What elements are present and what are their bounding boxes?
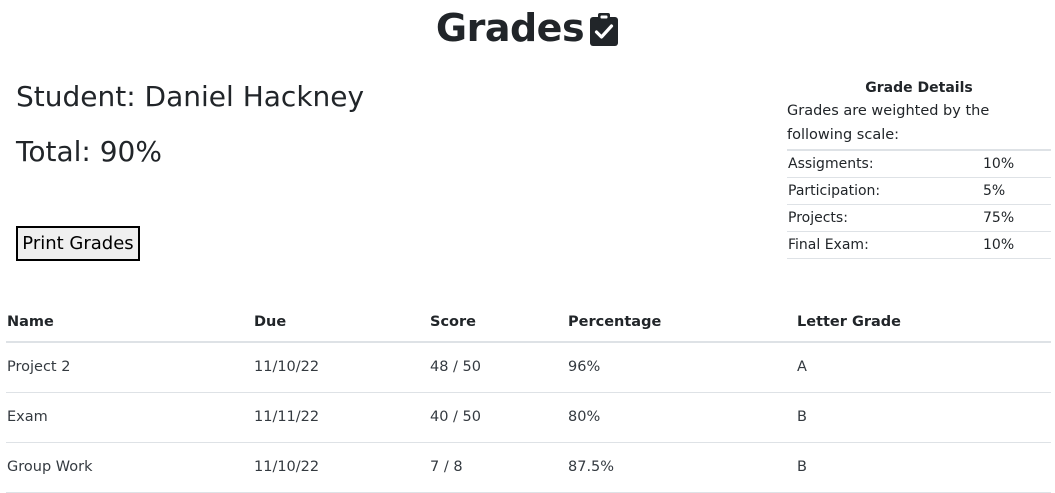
clipboard-check-icon [589,13,619,47]
grades-table-body: Project 2 11/10/22 48 / 50 96% A Exam 11/11/22… [6,342,1051,493]
cell-score: 7 / 8 [429,442,567,493]
print-grades-button[interactable]: Print Grades [16,226,140,261]
cell-score: 48 / 50 [429,342,567,393]
table-row: Group Work 11/10/22 7 / 8 87.5% B [6,442,1051,493]
cell-due: 11/10/22 [253,342,429,393]
weight-row: Final Exam: 10% [787,232,1051,259]
cell-name: Project 2 [6,342,253,393]
cell-percentage: 80% [567,392,796,443]
grades-table: Name Due Score Percentage Letter Grade Proje… [6,302,1051,493]
weight-label: Assigments: [788,156,874,172]
cell-letter-grade: A [796,342,1051,393]
table-row: Project 2 11/10/22 48 / 50 96% A [6,342,1051,393]
total-grade: Total: 90% [16,135,162,168]
page-title: Grades [435,6,585,50]
cell-name: Exam [6,392,253,443]
student-name: Student: Daniel Hackney [16,80,365,113]
cell-due: 11/11/22 [253,392,429,443]
header-score: Score [429,302,567,343]
cell-percentage: 96% [567,342,796,393]
header-percentage: Percentage [567,302,796,343]
cell-due: 11/10/22 [253,442,429,493]
weight-label: Participation: [788,183,881,199]
header-name: Name [6,302,253,343]
weight-label: Projects: [788,210,848,226]
header-due: Due [253,302,429,343]
grade-details-panel: Grade Details Grades are weighted by the… [787,78,1051,259]
weight-row: Participation: 5% [787,178,1051,205]
weight-value: 10% [983,237,1015,253]
weight-value: 75% [983,210,1015,226]
weight-value: 5% [983,183,1006,199]
cell-letter-grade: B [796,392,1051,443]
cell-letter-grade: B [796,442,1051,493]
weight-row: Projects: 75% [787,205,1051,232]
grades-table-header: Name Due Score Percentage Letter Grade [6,302,1051,343]
cell-percentage: 87.5% [567,442,796,493]
grade-details-description: Grades are weighted by the following sca… [787,99,1051,151]
grade-details-title: Grade Details [865,80,973,96]
weights-table: Assigments: 10% Participation: 5% Projects: 7… [787,151,1051,259]
cell-name: Group Work [6,442,253,493]
weight-value: 10% [983,156,1015,172]
weight-label: Final Exam: [788,237,869,253]
weight-row: Assigments: 10% [787,151,1051,178]
table-row: Exam 11/11/22 40 / 50 80% B [6,392,1051,443]
header-letter-grade: Letter Grade [796,302,1051,343]
page-header: Grades [0,6,1055,50]
cell-score: 40 / 50 [429,392,567,443]
